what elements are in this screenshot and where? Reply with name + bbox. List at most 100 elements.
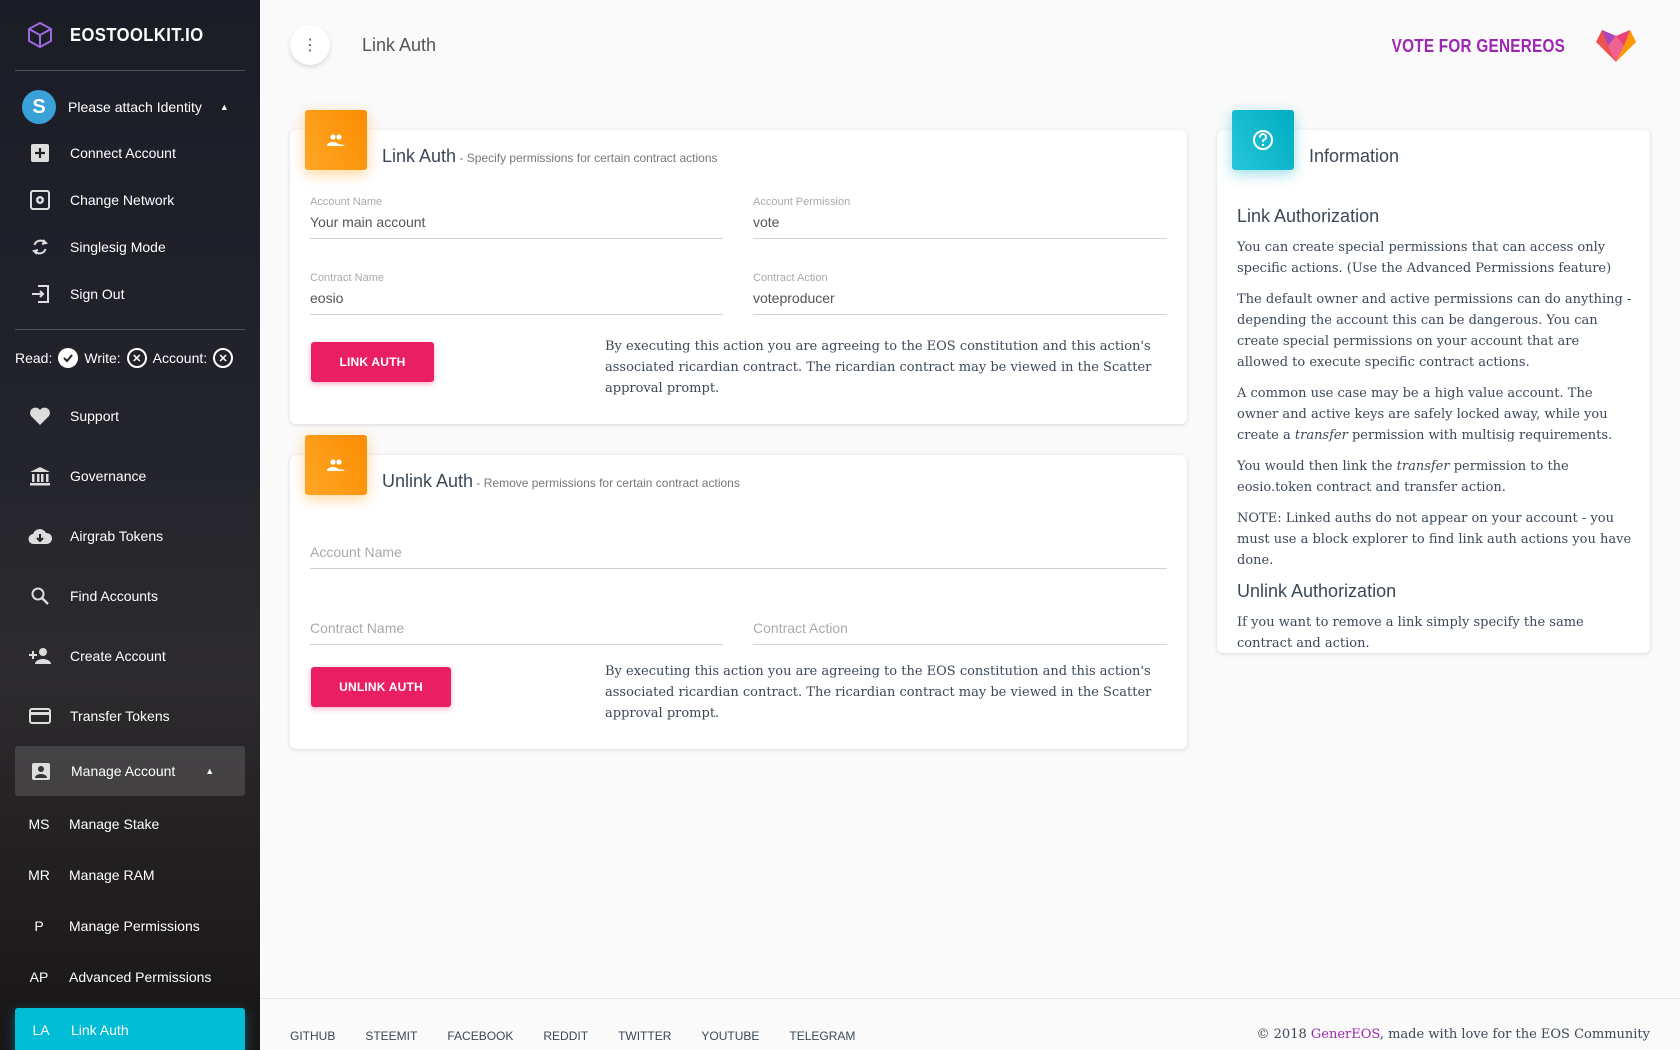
genereos-heart-logo-icon[interactable] xyxy=(1592,24,1640,64)
info-heading: Link Authorization xyxy=(1237,206,1380,226)
nav-manage-permissions[interactable]: P Manage Permissions xyxy=(0,900,260,951)
card-header-icon xyxy=(305,435,367,495)
nav-label: Link Auth xyxy=(71,1022,129,1038)
caret-up-icon: ▲ xyxy=(205,766,215,776)
bank-icon xyxy=(28,464,52,488)
nav-find-accounts[interactable]: Find Accounts xyxy=(0,566,260,626)
field-label: Account Name xyxy=(310,196,383,208)
account-box-icon xyxy=(29,759,53,783)
network-icon xyxy=(28,188,52,212)
footer-links: GITHUB STEEMIT FACEBOOK REDDIT TWITTER Y… xyxy=(290,1029,885,1043)
unlink-contract-action-field[interactable]: Contract Action xyxy=(753,620,1167,645)
scatter-avatar-icon: S xyxy=(22,90,56,124)
brand[interactable]: EOSTOOLKIT.IO xyxy=(0,0,260,70)
footer-link-telegram[interactable]: TELEGRAM xyxy=(789,1029,855,1043)
identity-toggle[interactable]: S Please attach Identity ▲ xyxy=(0,85,260,129)
footer-link-twitter[interactable]: TWITTER xyxy=(618,1029,671,1043)
nav-manage-account[interactable]: Manage Account ▲ xyxy=(15,746,245,796)
cloud-download-icon xyxy=(28,524,52,548)
disclaimer-text: By executing this action you are agreein… xyxy=(605,664,1152,721)
nav-support[interactable]: Support xyxy=(0,386,260,446)
account-name-field[interactable]: Account Name Your main account xyxy=(310,196,723,239)
link-auth-card: Link Auth - Specify permissions for cert… xyxy=(290,110,1187,424)
card-title: Unlink Auth - Remove permissions for cer… xyxy=(382,471,740,492)
nav-advanced-permissions[interactable]: AP Advanced Permissions xyxy=(0,951,260,1002)
nav-singlesig-mode[interactable]: Singlesig Mode xyxy=(0,223,260,270)
field-label: Account Permission xyxy=(753,196,851,208)
nav-label: Manage RAM xyxy=(69,866,155,883)
nav-connect-account[interactable]: Connect Account xyxy=(0,129,260,176)
card-header-icon xyxy=(305,110,367,170)
copyright-text: © 2018 xyxy=(1256,1027,1311,1042)
nav-abbr: LA xyxy=(32,1022,50,1038)
info-emphasis: transfer xyxy=(1396,459,1450,474)
nav-change-network[interactable]: Change Network xyxy=(0,176,260,223)
nav-link-auth[interactable]: LA Link Auth xyxy=(15,1008,245,1050)
field-value: Your main account xyxy=(310,214,426,230)
field-placeholder: Account Name xyxy=(310,544,402,560)
unlink-contract-name-field[interactable]: Contract Name xyxy=(310,620,723,645)
contract-name-field[interactable]: Contract Name eosio xyxy=(310,272,723,315)
unlink-account-name-field[interactable]: Account Name xyxy=(310,544,1167,569)
nav-label: Sign Out xyxy=(70,285,125,302)
nav-abbr: AP xyxy=(29,968,49,985)
info-paragraph: You can create special permissions that … xyxy=(1237,240,1612,276)
read-label: Read: xyxy=(15,350,53,366)
footer: GITHUB STEEMIT FACEBOOK REDDIT TWITTER Y… xyxy=(260,998,1680,1050)
main-panel: ⋮ Link Auth VOTE FOR GENEREOS Link Auth … xyxy=(260,0,1680,1050)
account-permission-field[interactable]: Account Permission vote xyxy=(753,196,1167,239)
topbar: ⋮ Link Auth VOTE FOR GENEREOS xyxy=(260,0,1680,90)
footer-copyright: © 2018 GenerEOS, made with love for the … xyxy=(1257,1027,1650,1042)
unlink-auth-card: Unlink Auth - Remove permissions for cer… xyxy=(290,435,1187,749)
plus-box-icon xyxy=(28,141,52,165)
nav-transfer-tokens[interactable]: Transfer Tokens xyxy=(0,686,260,746)
account-label: Account: xyxy=(152,350,208,366)
nav-label: Singlesig Mode xyxy=(70,238,166,255)
help-icon xyxy=(1253,130,1273,150)
field-value: vote xyxy=(753,214,780,230)
nav-abbr: P xyxy=(34,917,44,934)
write-label: Write: xyxy=(84,350,121,366)
footer-link-github[interactable]: GITHUB xyxy=(290,1029,335,1043)
unlink-auth-button[interactable]: UNLINK AUTH xyxy=(311,667,451,707)
vote-link[interactable]: VOTE FOR GENEREOS xyxy=(1391,36,1565,57)
nav-governance[interactable]: Governance xyxy=(0,446,260,506)
heart-icon xyxy=(28,404,52,428)
card-title-text: Link Auth xyxy=(382,146,457,166)
cycle-icon xyxy=(28,235,52,259)
link-auth-button[interactable]: LINK AUTH xyxy=(311,342,434,382)
identity-label: Please attach Identity xyxy=(68,99,202,115)
nav-label: Manage Permissions xyxy=(69,917,200,934)
genereos-link[interactable]: GenerEOS xyxy=(1311,1027,1380,1042)
info-text: You would then link the xyxy=(1237,459,1397,474)
nav-manage-stake[interactable]: MS Manage Stake xyxy=(0,798,260,849)
nav-create-account[interactable]: Create Account xyxy=(0,626,260,686)
field-placeholder: Contract Action xyxy=(753,620,848,636)
footer-link-steemit[interactable]: STEEMIT xyxy=(365,1029,417,1043)
nav-abbr: MR xyxy=(28,866,50,883)
menu-toggle-button[interactable]: ⋮ xyxy=(290,25,330,65)
cube-logo-icon xyxy=(26,21,54,49)
info-text: permission with multisig requirements. xyxy=(1347,428,1613,443)
nav-label: Advanced Permissions xyxy=(69,968,212,985)
info-paragraph: The default owner and active permissions… xyxy=(1237,292,1632,370)
footer-link-facebook[interactable]: FACEBOOK xyxy=(447,1029,513,1043)
nav-label: Connect Account xyxy=(70,144,176,161)
field-placeholder: Contract Name xyxy=(310,620,405,636)
cross-icon: ✕ xyxy=(126,348,147,368)
card-header-icon xyxy=(1232,110,1294,170)
footer-link-youtube[interactable]: YOUTUBE xyxy=(701,1029,759,1043)
info-paragraph: A common use case may be a high value ac… xyxy=(1237,383,1634,446)
field-label: Contract Name xyxy=(310,272,384,284)
contract-action-field[interactable]: Contract Action voteproducer xyxy=(753,272,1167,315)
info-paragraph: NOTE: Linked auths do not appear on your… xyxy=(1237,511,1632,568)
search-icon xyxy=(28,584,52,608)
person-add-icon xyxy=(28,644,52,668)
nav-manage-ram[interactable]: MR Manage RAM xyxy=(0,849,260,900)
info-paragraph: You would then link the transfer permiss… xyxy=(1237,456,1634,498)
nav-label: Governance xyxy=(70,468,147,484)
footer-link-reddit[interactable]: REDDIT xyxy=(543,1029,588,1043)
nav-airgrab-tokens[interactable]: Airgrab Tokens xyxy=(0,506,260,566)
field-value: eosio xyxy=(310,290,344,306)
nav-sign-out[interactable]: Sign Out xyxy=(0,270,260,317)
